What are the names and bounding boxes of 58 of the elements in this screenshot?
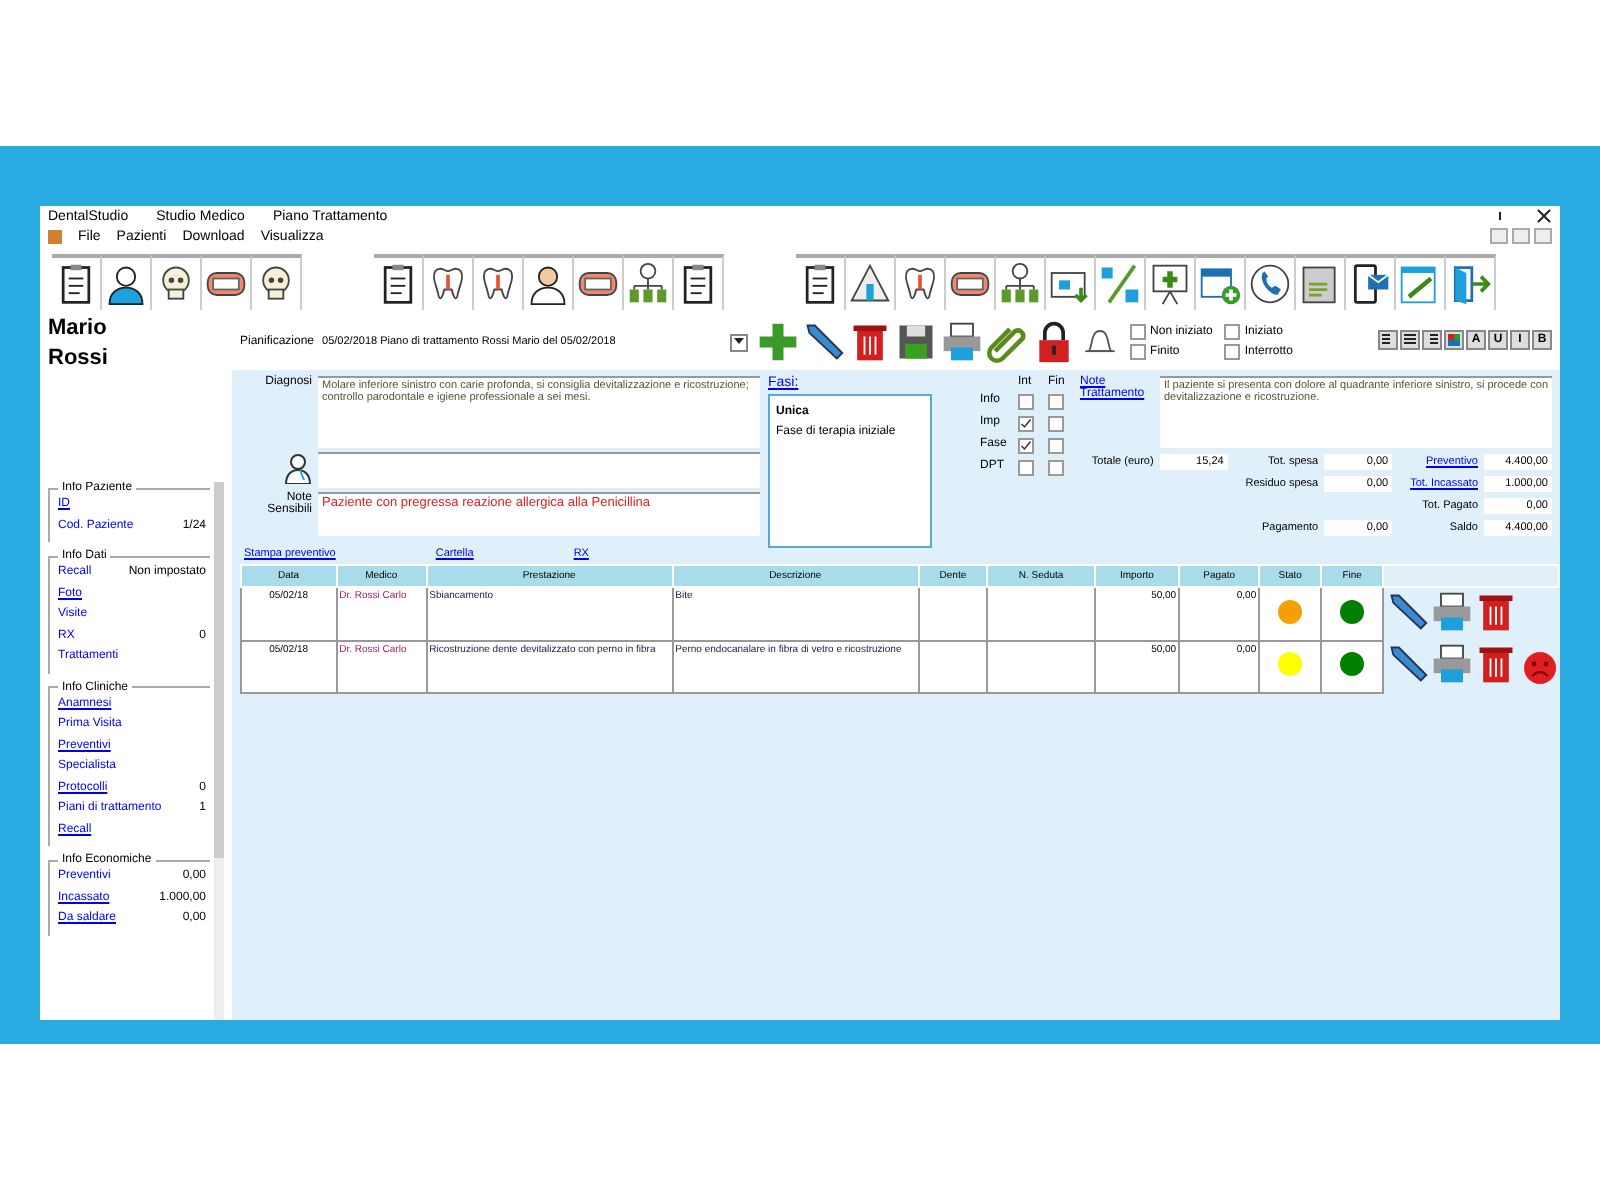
checkbox[interactable]	[1048, 438, 1064, 454]
close-icon[interactable]	[1536, 208, 1552, 224]
exit-icon[interactable]	[1448, 262, 1492, 306]
align-right-button[interactable]	[1422, 330, 1442, 350]
checkbox[interactable]	[1048, 416, 1064, 432]
caret-icon	[734, 338, 745, 346]
sad-face-icon[interactable]	[1521, 650, 1557, 686]
pencil-icon[interactable]	[802, 320, 847, 364]
edit-icon[interactable]	[1398, 262, 1442, 306]
checkbox[interactable]	[1130, 344, 1147, 360]
house-icon[interactable]	[848, 262, 892, 306]
checkbox[interactable]	[1130, 324, 1147, 340]
scroll-thumb[interactable]	[214, 482, 224, 859]
checkbox[interactable]	[1018, 438, 1034, 454]
trash-icon[interactable]	[1474, 642, 1519, 686]
checkbox[interactable]	[1018, 460, 1034, 476]
checkbox[interactable]	[1018, 394, 1034, 410]
plus-icon[interactable]	[756, 320, 801, 364]
phone-icon[interactable]	[1248, 262, 1292, 306]
print-icon[interactable]	[1430, 590, 1475, 634]
table-cell	[987, 587, 1095, 640]
pencil-icon[interactable]	[1386, 642, 1431, 686]
table-cell	[918, 640, 988, 692]
patient-first-name: Mario	[48, 314, 109, 344]
table-cell	[987, 640, 1095, 692]
person-icon[interactable]	[104, 262, 148, 306]
notes-field[interactable]	[318, 452, 760, 488]
scrollbar[interactable]	[214, 482, 224, 1020]
align-left-button[interactable]	[1378, 330, 1398, 350]
checkbox[interactable]	[1048, 460, 1064, 476]
person-icon	[284, 452, 312, 484]
pencil-icon[interactable]	[1386, 590, 1431, 634]
doctor-icon[interactable]	[526, 262, 570, 306]
palette-icon	[1448, 334, 1460, 346]
table-cell	[918, 587, 988, 640]
calendar-icon[interactable]	[1198, 262, 1242, 306]
dropdown-button[interactable]	[730, 333, 749, 351]
align-center-icon	[1404, 334, 1416, 346]
checkbox[interactable]	[1018, 416, 1034, 432]
note-icon[interactable]	[1298, 262, 1342, 306]
checkbox[interactable]	[1224, 324, 1241, 340]
hierarchy-icon[interactable]	[626, 262, 670, 306]
mail-icon[interactable]	[1348, 262, 1392, 306]
align-right-icon	[1426, 334, 1438, 346]
trash-icon[interactable]	[1474, 590, 1519, 634]
trash-icon[interactable]	[848, 320, 893, 364]
checkbox[interactable]	[1048, 394, 1064, 410]
presentation-icon[interactable]	[1148, 262, 1192, 306]
align-left-icon	[1382, 334, 1394, 346]
hierarchy-icon[interactable]	[998, 262, 1042, 306]
print-icon[interactable]	[940, 320, 985, 364]
checkbox[interactable]	[1224, 344, 1241, 360]
align-center-button[interactable]	[1400, 330, 1420, 350]
print-icon[interactable]	[1430, 642, 1475, 686]
save-icon[interactable]	[894, 320, 939, 364]
color-button[interactable]	[1444, 330, 1464, 350]
patient-last-name: Rossi	[48, 344, 110, 374]
app-icon	[48, 229, 62, 243]
